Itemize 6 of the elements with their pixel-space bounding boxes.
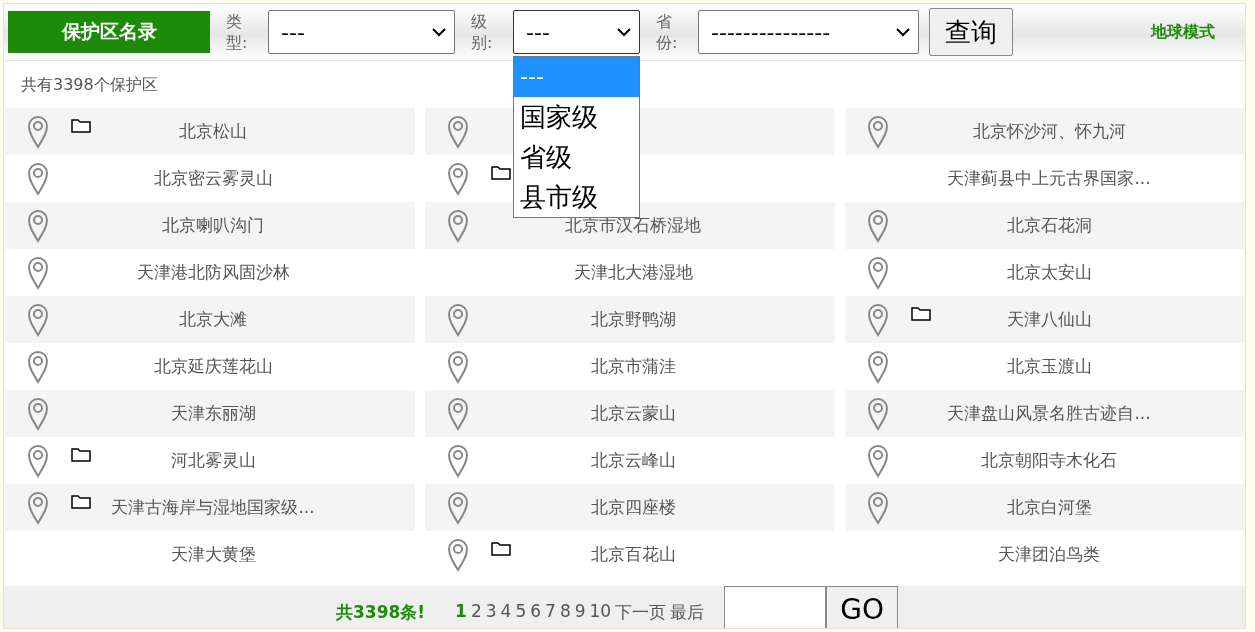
filter-label: 级别: <box>471 11 494 53</box>
filter-label: 省份: <box>656 11 679 53</box>
page-title: 保护区名录 <box>8 11 210 53</box>
total-count: 共有3398个保护区 <box>21 75 158 94</box>
total-records: 共3398条! <box>336 601 426 624</box>
filter-label: 类型: <box>226 11 249 53</box>
